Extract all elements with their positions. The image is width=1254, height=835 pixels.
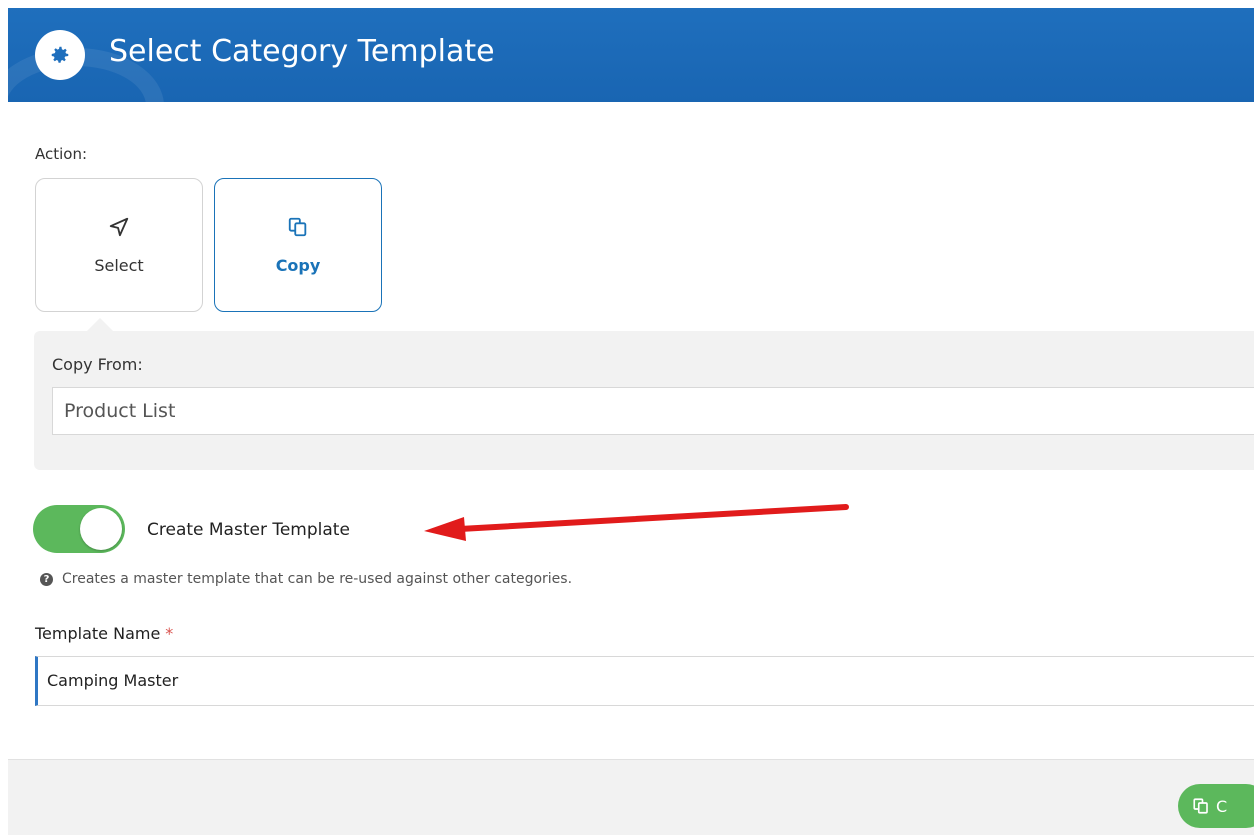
template-name-input[interactable]: Camping Master: [35, 656, 1254, 706]
modal-header: Select Category Template: [8, 8, 1254, 102]
template-name-label: Template Name *: [35, 624, 173, 643]
copy-from-select[interactable]: Product List: [52, 387, 1254, 435]
help-text-row: ? Creates a master template that can be …: [40, 571, 572, 587]
help-text: Creates a master template that can be re…: [62, 571, 573, 587]
select-action-button[interactable]: Select: [35, 178, 203, 312]
copy-from-label: Copy From:: [52, 355, 143, 374]
gear-icon: [35, 30, 85, 80]
panel-pointer: [86, 318, 114, 332]
copy-action-label: Copy: [275, 255, 321, 275]
copy-icon: [287, 216, 309, 242]
master-template-label: Create Master Template: [147, 520, 350, 540]
modal-footer: [8, 759, 1254, 835]
question-icon: ?: [40, 572, 53, 586]
copy-icon: [1192, 797, 1210, 819]
page-title: Select Category Template: [109, 34, 495, 69]
copy-submit-button[interactable]: C: [1178, 784, 1254, 828]
required-marker: *: [165, 624, 174, 643]
page: Select Category Template Action: Select …: [0, 0, 1254, 835]
master-template-toggle[interactable]: [33, 505, 125, 553]
copy-action-button[interactable]: Copy: [214, 178, 382, 312]
toggle-knob: [80, 508, 122, 550]
template-name-label-text: Template Name: [35, 624, 161, 643]
navigation-arrow-icon: [108, 216, 130, 242]
copy-submit-label: C: [1216, 796, 1228, 816]
annotation-arrow: [424, 504, 849, 541]
action-label: Action:: [35, 145, 88, 163]
select-action-label: Select: [94, 255, 144, 275]
